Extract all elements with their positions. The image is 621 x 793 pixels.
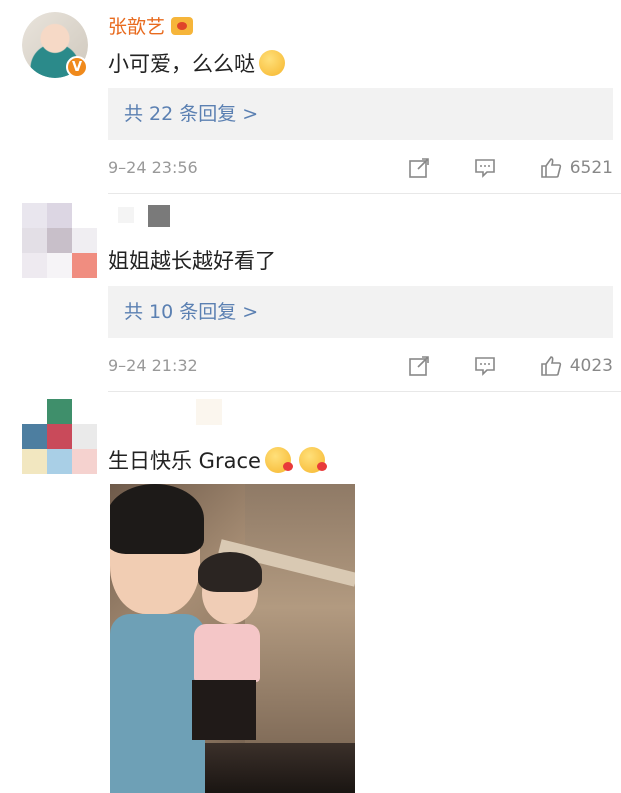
comment-text: 姐姐越长越好看了: [108, 249, 276, 273]
comment-text-content: 小可爱，么么哒: [108, 52, 255, 76]
comment-text: 小可爱，么么哒: [108, 48, 285, 78]
divider: [108, 193, 621, 194]
photo-boy-hair: [110, 484, 204, 554]
photo-girl-hair: [198, 552, 262, 592]
comment-icon[interactable]: [474, 157, 496, 179]
share-icon[interactable]: [408, 355, 430, 377]
comment-text: 生日快乐 Grace: [108, 445, 327, 475]
thumbs-up-icon[interactable]: [540, 355, 562, 377]
comment-icon[interactable]: [474, 355, 496, 377]
comment-1: V 张歆艺 小可爱，么么哒 共 22 条回复 > 9–24 23:56 6521: [0, 0, 621, 195]
comment-meta: 9–24 23:56 6521: [108, 153, 613, 183]
comment-text-content: 生日快乐 Grace: [108, 449, 261, 473]
username-blurred: [148, 205, 170, 227]
vip-crown-icon: [171, 17, 194, 35]
avatar-blurred[interactable]: [22, 399, 98, 475]
username-blurred-2: [118, 207, 134, 223]
like-count: 6521: [569, 158, 613, 178]
avatar-blurred[interactable]: [22, 203, 98, 279]
action-bar: 6521: [364, 153, 613, 183]
divider: [108, 391, 621, 392]
replies-link[interactable]: 共 10 条回复 >: [108, 286, 613, 338]
photo-girl-skirt: [192, 680, 256, 740]
username[interactable]: 张歆艺: [108, 12, 194, 39]
kiss-emoji-icon: [298, 447, 327, 473]
verified-badge-icon: V: [66, 56, 88, 78]
photo-girl-dress: [194, 624, 260, 682]
like-count: 4023: [569, 356, 613, 376]
share-icon[interactable]: [408, 157, 430, 179]
thumbs-up-icon[interactable]: [540, 157, 562, 179]
comment-2: 姐姐越长越好看了 共 10 条回复 > 9–24 21:32 4023: [0, 195, 621, 393]
username-blurred: [196, 399, 222, 425]
attached-photo[interactable]: [110, 484, 355, 793]
replies-link[interactable]: 共 22 条回复 >: [108, 88, 613, 140]
comment-meta: 9–24 21:32 4023: [108, 351, 613, 381]
photo-boy-shirt: [110, 614, 205, 793]
action-bar: 4023: [364, 351, 613, 381]
timestamp: 9–24 23:56: [108, 158, 198, 177]
kiss-emoji-icon: [264, 447, 293, 473]
timestamp: 9–24 21:32: [108, 356, 198, 375]
username-text: 张歆艺: [108, 16, 166, 38]
smile-emoji-icon: [259, 50, 285, 76]
photo-floor: [190, 743, 355, 793]
